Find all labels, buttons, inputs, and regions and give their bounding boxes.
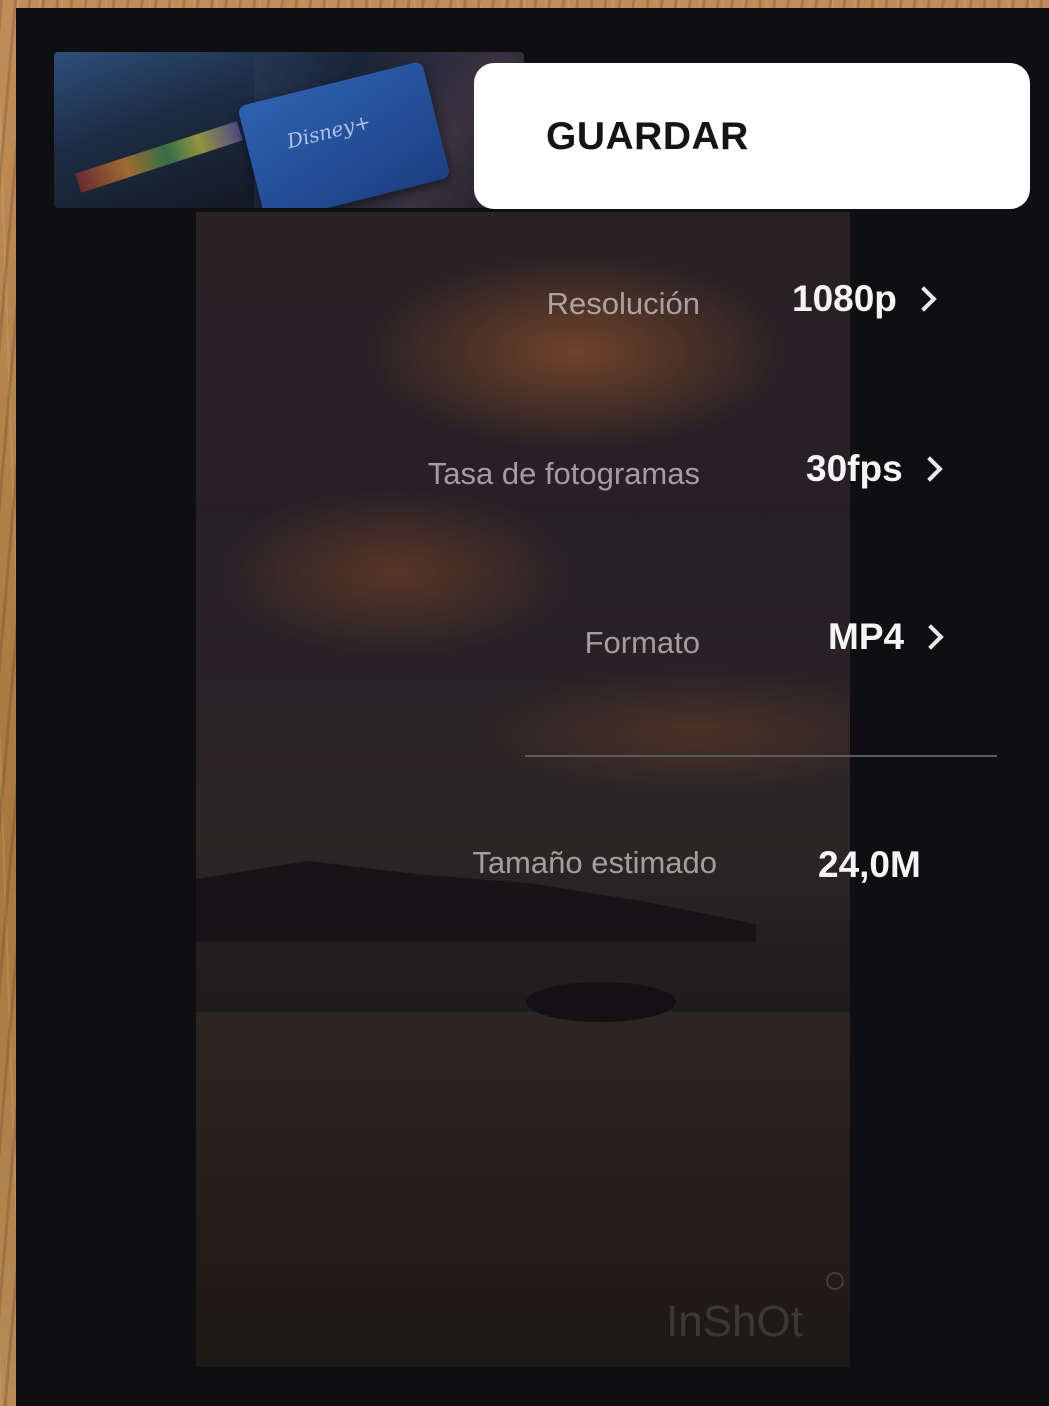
estimated-size-label: Tamaño estimado [472,845,717,880]
disney-logo: Disney+ [284,109,374,154]
resolution-label: Resolución [546,286,700,321]
resolution-selector[interactable]: 1080p [792,278,937,320]
save-button-label: GUARDAR [546,115,749,158]
chevron-right-icon [916,456,943,482]
divider [525,755,997,757]
preview-rock [526,982,676,1022]
format-value: MP4 [828,616,905,657]
frame-rate-label: Tasa de fotogramas [427,456,700,491]
format-label: Formato [584,625,700,660]
resolution-value: 1080p [792,278,897,319]
save-button[interactable]: GUARDAR [474,63,1030,209]
frame-rate-selector[interactable]: 30fps [806,448,943,490]
chevron-right-icon [918,624,944,650]
export-screen: Disney+ GUARDAR InShOt Resolución 1080p … [16,8,1049,1406]
thumbnail-card: Disney+ [237,60,451,208]
video-thumbnail: Disney+ [54,52,524,208]
chevron-right-icon [911,286,937,312]
frame-rate-value: 30fps [806,448,903,489]
registered-mark-icon [826,1272,844,1290]
video-preview: InShOt [196,212,850,1367]
format-selector[interactable]: MP4 [828,616,944,658]
estimated-size-value: 24,0M [818,844,921,885]
inshot-watermark: InShOt [666,1297,803,1346]
